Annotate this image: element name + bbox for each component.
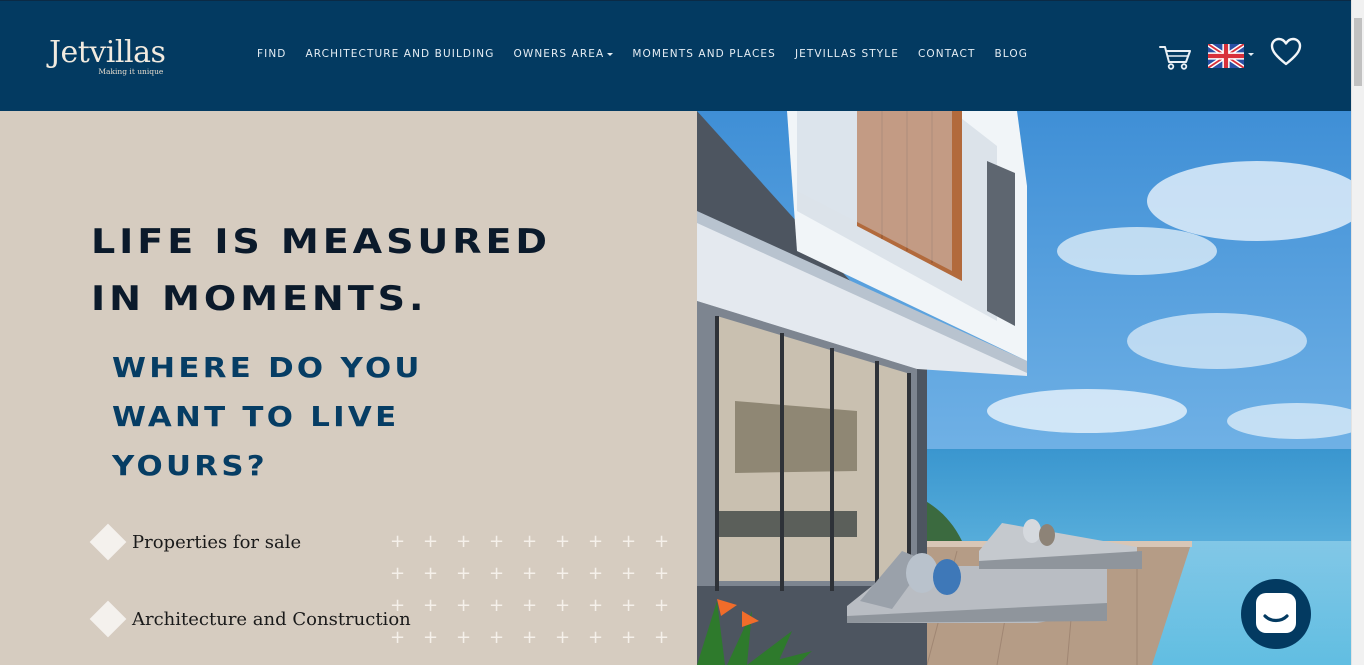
diamond-icon <box>89 600 127 638</box>
plus-decoration: + <box>456 563 472 584</box>
chevron-down-icon <box>607 52 614 56</box>
logo[interactable]: Jetvillas Making it unique <box>49 35 166 76</box>
plus-decoration: + <box>390 563 406 584</box>
nav-label: JETVILLAS STYLE <box>794 48 899 60</box>
nav-label: ARCHITECTURE AND BUILDING <box>305 48 495 60</box>
nav-label: OWNERS AREA <box>513 48 605 60</box>
heart-icon[interactable] <box>1270 37 1302 67</box>
nav-label: BLOG <box>994 48 1028 60</box>
plus-decoration: + <box>423 627 439 648</box>
scrollbar-thumb[interactable] <box>1354 18 1362 86</box>
plus-decoration: + <box>621 627 637 648</box>
nav-contact[interactable]: CONTACT <box>918 48 976 60</box>
nav-label: MOMENTS AND PLACES <box>632 48 776 60</box>
chat-launcher-button[interactable] <box>1241 579 1311 649</box>
logo-name: Jetvillas <box>49 35 166 70</box>
plus-decoration: + <box>621 531 637 552</box>
nav-blog[interactable]: BLOG <box>994 48 1027 60</box>
plus-decoration: + <box>456 531 472 552</box>
plus-decoration: + <box>423 595 439 616</box>
headline-line: LIFE IS MEASURED <box>91 222 551 262</box>
plus-decoration: + <box>555 563 571 584</box>
language-dropdown-icon[interactable] <box>1248 53 1254 56</box>
plus-decoration: + <box>621 563 637 584</box>
plus-decoration: + <box>489 531 505 552</box>
nav-owners-area[interactable]: OWNERS AREA <box>513 48 614 60</box>
plus-decoration: + <box>588 531 604 552</box>
hero-headline: LIFE IS MEASURED IN MOMENTS. <box>91 214 551 328</box>
plus-decoration: + <box>588 563 604 584</box>
plus-decoration: + <box>489 595 505 616</box>
subhead-line: WANT TO LIVE <box>112 400 400 433</box>
nav-architecture-and-building[interactable]: ARCHITECTURE AND BUILDING <box>305 48 494 60</box>
plus-decoration: + <box>654 563 670 584</box>
nav-jetvillas-style[interactable]: JETVILLAS STYLE <box>795 48 899 60</box>
cart-icon[interactable] <box>1159 44 1192 70</box>
plus-decoration: + <box>654 627 670 648</box>
plus-decoration: + <box>555 595 571 616</box>
hero-text-panel: LIFE IS MEASURED IN MOMENTS. WHERE DO YO… <box>0 111 697 665</box>
subhead-line: WHERE DO YOU <box>112 351 423 384</box>
plus-decoration: + <box>489 627 505 648</box>
link-label: Properties for sale <box>132 531 302 553</box>
plus-decoration: + <box>390 531 406 552</box>
link-label: Architecture and Construction <box>132 608 411 630</box>
plus-decoration: + <box>456 627 472 648</box>
plus-decoration: + <box>654 531 670 552</box>
hero-subheadline: WHERE DO YOU WANT TO LIVE YOURS? <box>112 343 423 490</box>
plus-decoration: + <box>522 627 538 648</box>
diamond-icon <box>89 523 127 561</box>
plus-decoration: + <box>621 595 637 616</box>
nav-label: FIND <box>257 48 287 60</box>
plus-decoration: + <box>522 531 538 552</box>
nav-moments-and-places[interactable]: MOMENTS AND PLACES <box>632 48 776 60</box>
plus-decoration: + <box>588 595 604 616</box>
main-nav: FIND ARCHITECTURE AND BUILDING OWNERS AR… <box>257 48 1047 60</box>
chat-bubble-icon <box>1256 593 1296 633</box>
top-navigation-bar: Jetvillas Making it unique FIND ARCHITEC… <box>0 0 1351 111</box>
nav-find[interactable]: FIND <box>257 48 286 60</box>
headline-line: IN MOMENTS. <box>91 279 428 319</box>
plus-decoration: + <box>555 531 571 552</box>
plus-decoration: + <box>654 595 670 616</box>
plus-decoration: + <box>456 595 472 616</box>
plus-decoration: + <box>423 531 439 552</box>
vertical-scrollbar[interactable] <box>1351 0 1364 665</box>
link-architecture-and-construction[interactable]: Architecture and Construction <box>89 600 411 638</box>
plus-decoration: + <box>522 595 538 616</box>
plus-decoration: + <box>423 563 439 584</box>
subhead-line: YOURS? <box>112 449 268 482</box>
nav-label: CONTACT <box>917 48 976 60</box>
plus-decoration: + <box>555 627 571 648</box>
uk-flag-icon[interactable] <box>1208 44 1244 68</box>
link-properties-for-sale[interactable]: Properties for sale <box>89 523 302 561</box>
plus-decoration: + <box>489 563 505 584</box>
plus-decoration: + <box>522 563 538 584</box>
plus-decoration: + <box>588 627 604 648</box>
